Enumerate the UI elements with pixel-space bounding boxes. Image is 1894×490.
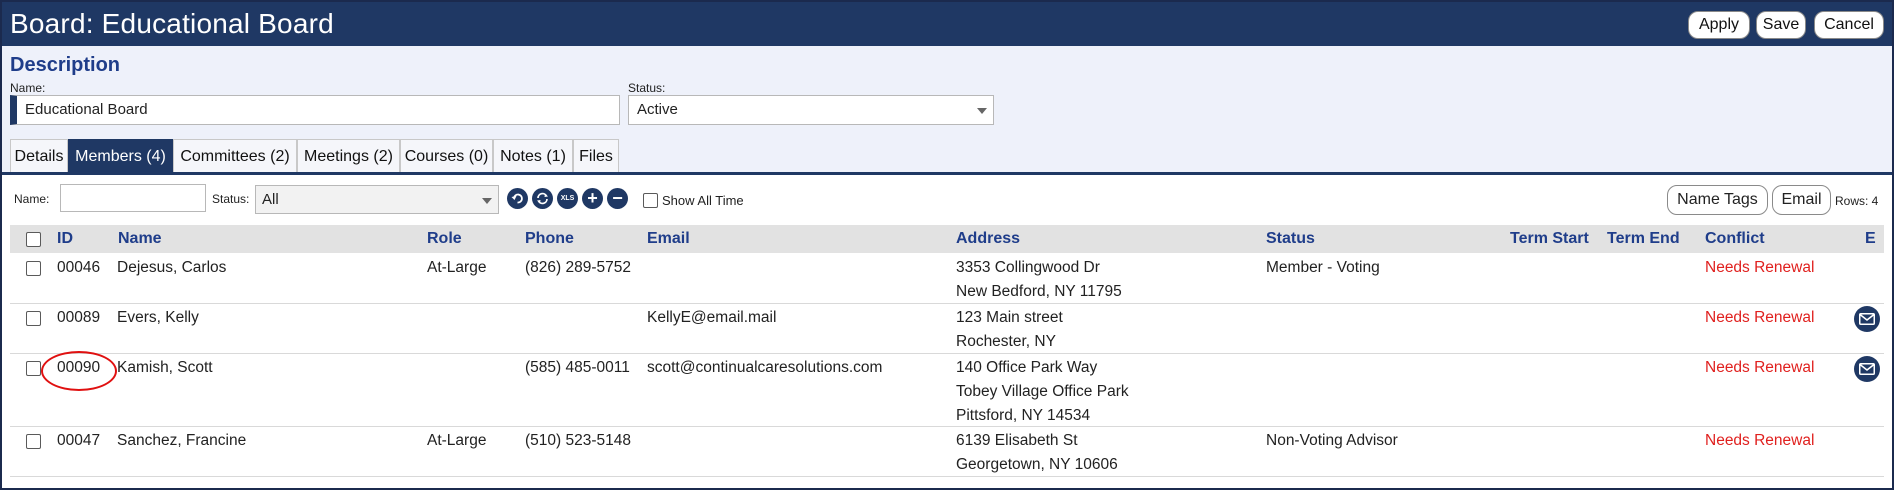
status-label: Status:	[628, 81, 666, 95]
row-address-line: Pittsford, NY 14534	[956, 407, 1091, 424]
description-heading: Description	[10, 54, 121, 76]
add-icon[interactable]: +	[582, 188, 603, 209]
row-id: 00047	[57, 432, 101, 449]
name-tags-button[interactable]: Name Tags	[1667, 185, 1768, 215]
select-all-checkbox[interactable]	[26, 232, 41, 247]
row-conflict: Needs Renewal	[1705, 309, 1815, 326]
row-address-line: 6139 Elisabeth St	[956, 432, 1078, 449]
column-header-id[interactable]: ID	[57, 230, 73, 248]
row-id: 00046	[57, 259, 101, 276]
table-row[interactable]	[10, 254, 1884, 304]
column-header-status[interactable]: Status	[1266, 230, 1315, 248]
column-header-email[interactable]: Email	[647, 230, 690, 248]
row-phone: (585) 485-0011	[525, 359, 630, 376]
tab-courses[interactable]: Courses (0)	[400, 139, 493, 173]
tab-notes[interactable]: Notes (1)	[493, 139, 573, 173]
column-header-phone[interactable]: Phone	[525, 230, 574, 248]
undo-icon[interactable]	[507, 188, 528, 209]
row-address-line: 140 Office Park Way	[956, 359, 1098, 376]
tab-details[interactable]: Details	[10, 139, 68, 173]
row-status: Member - Voting	[1266, 259, 1380, 276]
table-row[interactable]	[10, 354, 1884, 427]
filter-status-value: All	[262, 191, 279, 208]
save-button[interactable]: Save	[1756, 11, 1806, 39]
row-status: Non-Voting Advisor	[1266, 432, 1398, 449]
show-all-time-label: Show All Time	[662, 193, 744, 208]
filter-status-label: Status:	[212, 192, 250, 206]
title-bar: Board: Educational Board Apply Save Canc…	[2, 2, 1892, 46]
board-editor-window: Board: Educational Board Apply Save Canc…	[0, 0, 1894, 490]
row-conflict: Needs Renewal	[1705, 432, 1815, 449]
filter-name-label: Name:	[14, 192, 50, 206]
page-title: Board: Educational Board	[10, 8, 334, 39]
row-name: Evers, Kelly	[117, 309, 199, 326]
remove-icon[interactable]: −	[607, 188, 628, 209]
row-role: At-Large	[427, 259, 487, 276]
row-email[interactable]: scott@continualcaresolutions.com	[647, 356, 882, 380]
row-address-line: Tobey Village Office Park	[956, 383, 1129, 400]
envelope-icon[interactable]	[1854, 356, 1880, 382]
show-all-time-checkbox[interactable]	[643, 193, 658, 208]
tab-files[interactable]: Files	[573, 139, 619, 173]
row-checkbox[interactable]	[26, 311, 41, 326]
row-checkbox[interactable]	[26, 261, 41, 276]
name-label: Name:	[10, 81, 46, 95]
row-name: Sanchez, Francine	[117, 432, 247, 449]
apply-button[interactable]: Apply	[1688, 11, 1750, 39]
row-id: 00089	[57, 309, 101, 326]
row-address-line: Rochester, NY	[956, 333, 1056, 350]
tab-meetings[interactable]: Meetings (2)	[297, 139, 400, 173]
row-name: Dejesus, Carlos	[117, 259, 227, 276]
row-conflict: Needs Renewal	[1705, 359, 1815, 376]
row-phone: (510) 523-5148	[525, 432, 631, 449]
refresh-icon[interactable]	[532, 188, 553, 209]
tab-committees[interactable]: Committees (2)	[173, 139, 297, 173]
column-header-term-start[interactable]: Term Start	[1510, 230, 1589, 248]
table-row[interactable]	[10, 427, 1884, 477]
row-address-line: Georgetown, NY 10606	[956, 456, 1118, 473]
tab-divider	[2, 172, 1892, 175]
column-header-term-end[interactable]: Term End	[1607, 230, 1680, 248]
table-row[interactable]	[10, 304, 1884, 354]
row-checkbox[interactable]	[26, 434, 41, 449]
row-email[interactable]: KellyE@email.mail	[647, 306, 776, 330]
rows-count: Rows: 4	[1835, 194, 1879, 208]
filter-name-input[interactable]	[60, 184, 206, 212]
status-select-value: Active	[637, 101, 678, 118]
table-header	[10, 225, 1884, 253]
envelope-icon[interactable]	[1854, 306, 1880, 332]
chevron-down-icon	[977, 108, 987, 114]
email-button[interactable]: Email	[1772, 185, 1831, 215]
row-phone: (826) 289-5752	[525, 259, 631, 276]
cancel-button[interactable]: Cancel	[1814, 11, 1884, 39]
row-name: Kamish, Scott	[117, 359, 213, 376]
row-address-line: 123 Main street	[956, 309, 1063, 326]
row-conflict: Needs Renewal	[1705, 259, 1815, 276]
highlight-circle	[41, 351, 117, 391]
status-select[interactable]: Active	[628, 95, 994, 125]
filter-status-select[interactable]: All	[255, 185, 499, 214]
row-address-line: 3353 Collingwood Dr	[956, 259, 1100, 276]
column-header-e[interactable]: E	[1865, 230, 1876, 248]
tab-members[interactable]: Members (4)	[68, 139, 173, 173]
chevron-down-icon	[482, 198, 492, 204]
column-header-name[interactable]: Name	[118, 230, 162, 248]
row-role: At-Large	[427, 432, 487, 449]
name-field[interactable]: Educational Board	[10, 95, 620, 125]
row-address-line: New Bedford, NY 11795	[956, 283, 1122, 300]
column-header-conflict[interactable]: Conflict	[1705, 230, 1765, 248]
column-header-role[interactable]: Role	[427, 230, 462, 248]
excel-export-icon[interactable]: XLS	[557, 188, 578, 209]
row-checkbox[interactable]	[26, 361, 41, 376]
column-header-address[interactable]: Address	[956, 230, 1020, 248]
